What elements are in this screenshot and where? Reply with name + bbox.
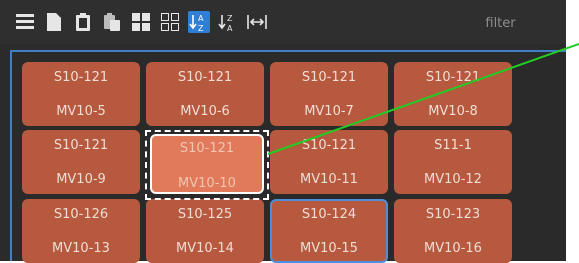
clipboard-button[interactable] — [72, 11, 94, 33]
fit-width-button[interactable] — [246, 11, 268, 33]
tile-dest-label: MV10-6 — [180, 104, 230, 119]
tile-dest-label: MV10-15 — [300, 241, 358, 256]
tile-dest-label: MV10-10 — [178, 176, 236, 191]
tile[interactable]: S10-121 MV10-7 — [270, 62, 388, 126]
tile-source-label: S10-121 — [301, 138, 357, 153]
fit-width-icon — [247, 15, 267, 29]
tile-dest-label: MV10-14 — [176, 241, 234, 256]
svg-text:Z: Z — [198, 24, 204, 32]
tile-dest-label: MV10-9 — [56, 172, 106, 187]
sort-descending-button[interactable]: Z A — [217, 11, 239, 33]
sort-descending-icon: Z A — [218, 14, 233, 32]
paste-icon — [104, 13, 120, 31]
tile-source-label: S10-121 — [177, 70, 233, 85]
tile-source-label: S10-123 — [425, 207, 481, 222]
list-view-icon — [16, 14, 34, 29]
tile[interactable]: S10-121 MV10-9 — [22, 130, 140, 194]
tile-dest-label: MV10-7 — [304, 104, 354, 119]
large-tiles-button[interactable] — [130, 11, 152, 33]
filter-input[interactable] — [451, 12, 550, 34]
tile-dest-label: MV10-5 — [56, 104, 106, 119]
tile-source-label: S10-121 — [53, 138, 109, 153]
tile-source-label: S10-121 — [301, 70, 357, 85]
tile[interactable]: S10-123 MV10-16 — [394, 199, 512, 263]
tile-dest-label: MV10-16 — [424, 241, 482, 256]
tile[interactable]: S10-125 MV10-14 — [146, 199, 264, 263]
small-tiles-button[interactable] — [159, 11, 181, 33]
selected-tile[interactable]: S10-121 MV10-10 — [150, 134, 264, 194]
tile[interactable]: S11-1 MV10-12 — [394, 130, 512, 194]
document-icon — [47, 13, 61, 31]
tile-dest-label: MV10-12 — [424, 172, 482, 187]
clipboard-icon — [76, 13, 90, 31]
tile-dest-label: MV10-8 — [428, 104, 478, 119]
tile[interactable]: S10-126 MV10-13 — [22, 199, 140, 263]
tile-source-label: S10-126 — [53, 207, 109, 222]
tile[interactable]: S10-121 MV10-8 — [394, 62, 512, 126]
tile-source-label: S10-121 — [53, 70, 109, 85]
tile-panel: A Z Z A S10-121 MV10-5 S10-121 MV10-6 S1… — [0, 0, 566, 263]
tile-source-label: S10-124 — [301, 207, 357, 222]
focused-tile[interactable]: S10-124 MV10-15 — [270, 199, 388, 263]
tile[interactable]: S10-121 MV10-5 — [22, 62, 140, 126]
list-view-button[interactable] — [14, 11, 36, 33]
large-tiles-icon — [132, 13, 150, 31]
document-button[interactable] — [43, 11, 65, 33]
paste-button[interactable] — [101, 11, 123, 33]
sort-ascending-icon: A Z — [189, 14, 204, 32]
svg-text:A: A — [198, 14, 204, 23]
tile-source-label: S10-121 — [425, 70, 481, 85]
tile-source-label: S11-1 — [434, 138, 472, 153]
small-tiles-icon — [161, 13, 179, 31]
tile[interactable]: S10-121 MV10-6 — [146, 62, 264, 126]
svg-text:Z: Z — [227, 14, 233, 23]
tile-dest-label: MV10-11 — [300, 172, 358, 187]
tile-dest-label: MV10-13 — [52, 241, 110, 256]
sort-ascending-button[interactable]: A Z — [188, 11, 210, 33]
tile-source-label: S10-125 — [177, 207, 233, 222]
tile-source-label: S10-121 — [179, 141, 235, 156]
svg-text:A: A — [227, 24, 233, 32]
tile[interactable]: S10-121 MV10-11 — [270, 130, 388, 194]
toolbar: A Z Z A — [0, 0, 566, 44]
